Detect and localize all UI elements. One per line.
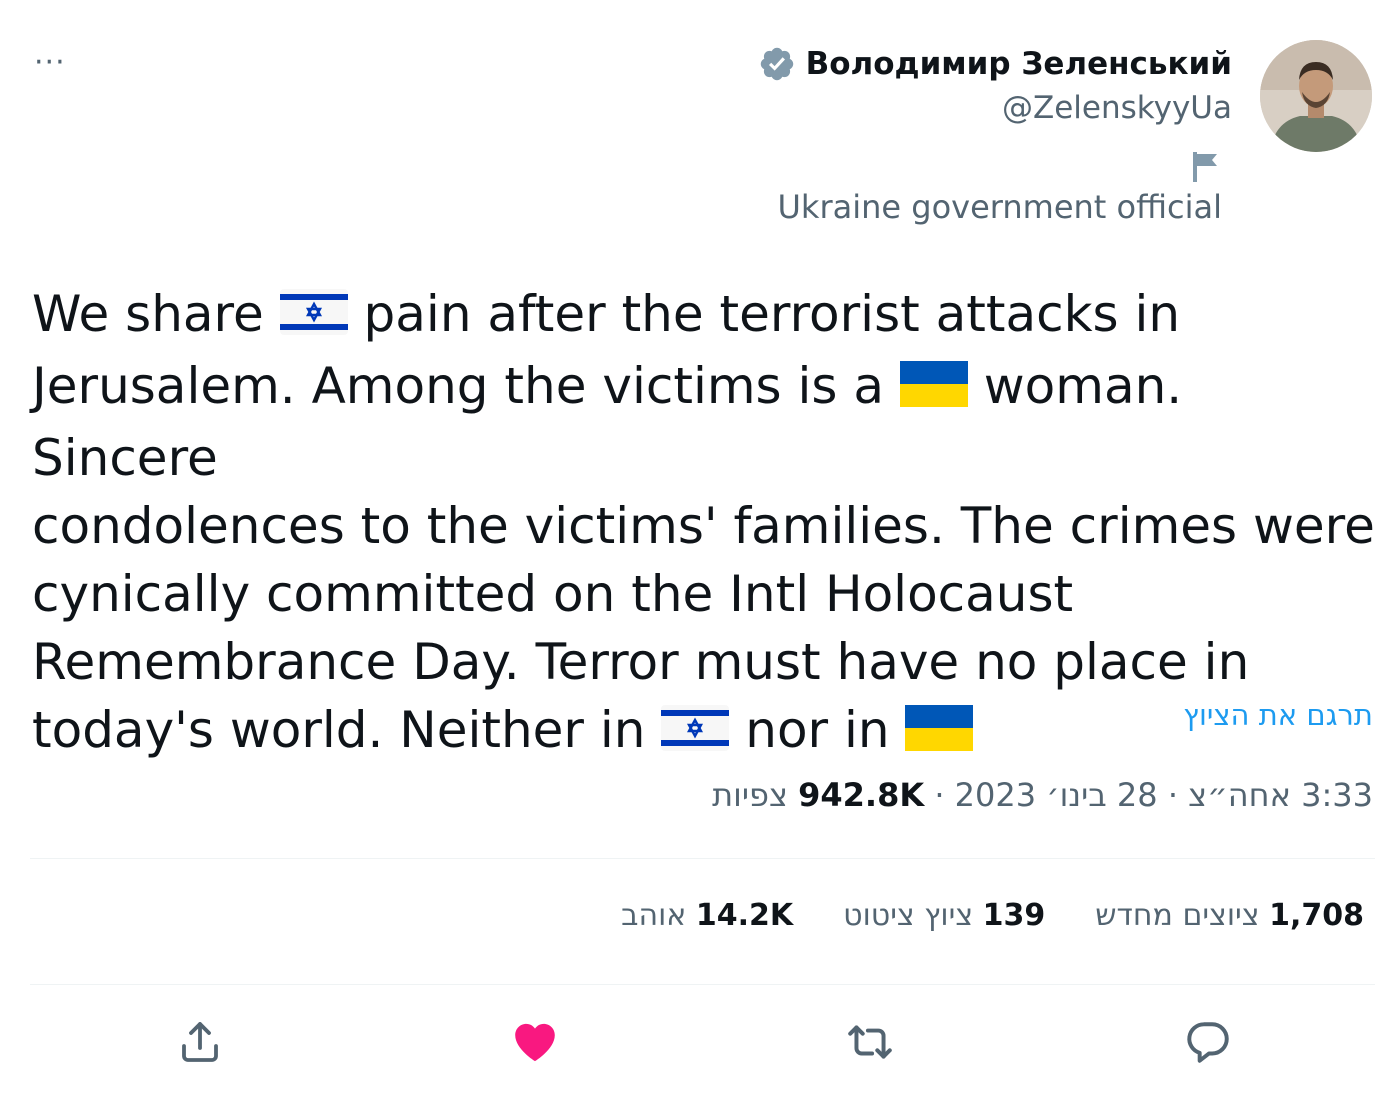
tweet-text: We share pain after the terrorist attack… — [32, 280, 1377, 768]
quotes-count: 139 — [982, 898, 1046, 933]
likes-count: 14.2K — [695, 898, 794, 933]
divider — [30, 858, 1375, 859]
tweet-line: Jerusalem. Among the victims is a woman.… — [32, 356, 1183, 487]
avatar[interactable] — [1260, 40, 1372, 152]
israel-flag-icon — [279, 284, 348, 352]
tweet-meta: 3:33 אחה״צ · 28 בינו׳ 2023 · 942.8K צפיו… — [712, 776, 1373, 814]
retweets-label: ציוצים מחדש — [1095, 898, 1260, 933]
action-bar — [0, 1014, 1400, 1070]
retweets-stat[interactable]: 1,708 ציוצים מחדש — [1095, 898, 1364, 933]
heart-icon[interactable] — [507, 1014, 563, 1070]
share-icon[interactable] — [172, 1014, 228, 1070]
ukraine-flag-icon — [905, 700, 974, 768]
retweets-count: 1,708 — [1269, 898, 1364, 933]
views-label: צפיות — [712, 776, 788, 814]
affiliation-label: Ukraine government official — [777, 188, 1223, 226]
tweet-line: today's world. Neither in nor in — [32, 696, 1377, 768]
divider — [30, 984, 1375, 985]
engagement-stats: 1,708 ציוצים מחדש 139 ציוץ ציטוט 14.2K א… — [621, 898, 1364, 933]
israel-flag-icon — [661, 700, 730, 768]
tweet-line: cynically committed on the Intl Holocaus… — [32, 565, 1074, 623]
likes-label: אוהב — [621, 898, 687, 933]
likes-stat[interactable]: 14.2K אוהב — [621, 898, 793, 933]
more-icon[interactable]: ··· — [34, 48, 66, 78]
retweet-icon[interactable] — [842, 1014, 898, 1070]
tweet-line: condolences to the victims' families. Th… — [32, 497, 1375, 555]
name-row: Володимир Зеленський — [532, 42, 1232, 86]
quotes-label: ציוץ ציטוט — [843, 898, 974, 933]
meta-separator: · — [924, 776, 955, 814]
tweet-time[interactable]: 3:33 אחה״צ — [1188, 776, 1373, 814]
tweet-header: Володимир Зеленський @ZelenskyyUa — [532, 42, 1232, 132]
verified-badge-icon — [758, 45, 796, 83]
views-count: 942.8K — [798, 776, 925, 814]
display-name[interactable]: Володимир Зеленський — [806, 46, 1232, 82]
tweet-line: We share pain after the terrorist attack… — [32, 280, 1377, 352]
government-flag-icon — [1190, 150, 1222, 188]
translate-tweet-link[interactable]: תרגם את הציוץ — [1183, 698, 1373, 732]
tweet-date[interactable]: 28 בינו׳ 2023 — [955, 776, 1158, 814]
tweet-line: Remembrance Day. Terror must have no pla… — [32, 633, 1250, 691]
quotes-stat[interactable]: 139 ציוץ ציטוט — [843, 898, 1045, 933]
user-handle[interactable]: @ZelenskyyUa — [532, 90, 1232, 132]
reply-icon[interactable] — [1180, 1014, 1236, 1070]
ukraine-flag-icon — [899, 356, 968, 424]
meta-separator: · — [1157, 776, 1189, 814]
